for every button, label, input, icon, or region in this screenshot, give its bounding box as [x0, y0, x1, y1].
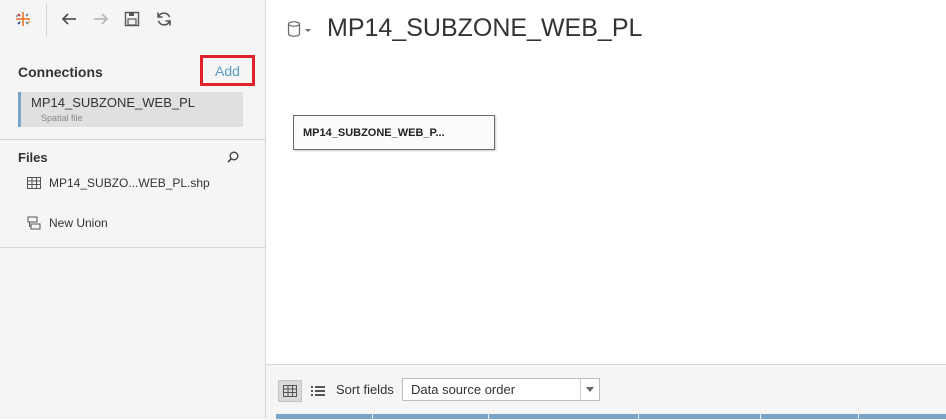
new-union-item[interactable]: New Union	[26, 214, 108, 232]
grid-toolbar: Sort fields Data source order	[266, 364, 946, 420]
file-item-label: MP14_SUBZO...WEB_PL.shp	[49, 176, 210, 190]
list-view-icon[interactable]	[306, 380, 330, 402]
save-icon[interactable]	[121, 8, 143, 30]
connection-name: MP14_SUBZONE_WEB_PL	[31, 95, 196, 110]
sort-fields-select[interactable]: Data source order	[402, 378, 600, 401]
sort-fields-value: Data source order	[411, 382, 516, 397]
forward-arrow-icon[interactable]	[90, 8, 112, 30]
table-on-canvas[interactable]: MP14_SUBZONE_WEB_P...	[293, 115, 495, 150]
union-icon	[26, 215, 42, 231]
new-union-label: New Union	[49, 216, 108, 230]
toolbar-divider	[46, 4, 47, 36]
files-header: Files	[18, 150, 48, 165]
data-pane: Connections Add MP14_SUBZONE_WEB_PL Spat…	[0, 0, 266, 419]
back-arrow-icon[interactable]	[58, 8, 80, 30]
connections-header: Connections	[18, 64, 103, 80]
search-icon[interactable]	[226, 150, 240, 164]
toolbar	[0, 0, 265, 40]
data-grid-header	[276, 414, 946, 419]
grid-view-icon[interactable]	[278, 380, 302, 402]
refresh-icon[interactable]	[153, 8, 175, 30]
connection-item[interactable]: MP14_SUBZONE_WEB_PL Spatial file	[18, 92, 243, 127]
add-connection-button[interactable]: Add	[200, 55, 255, 86]
tableau-logo-icon[interactable]	[12, 8, 34, 30]
table-grid-icon	[26, 175, 42, 191]
divider	[0, 139, 265, 140]
divider	[0, 247, 265, 248]
data-source-title[interactable]: MP14_SUBZONE_WEB_PL	[327, 14, 642, 43]
sort-fields-label: Sort fields	[336, 382, 394, 397]
chevron-down-icon[interactable]	[580, 379, 599, 400]
database-dropdown-icon[interactable]	[286, 20, 316, 45]
connection-type: Spatial file	[41, 113, 83, 123]
file-item-shp[interactable]: MP14_SUBZO...WEB_PL.shp	[26, 174, 210, 192]
